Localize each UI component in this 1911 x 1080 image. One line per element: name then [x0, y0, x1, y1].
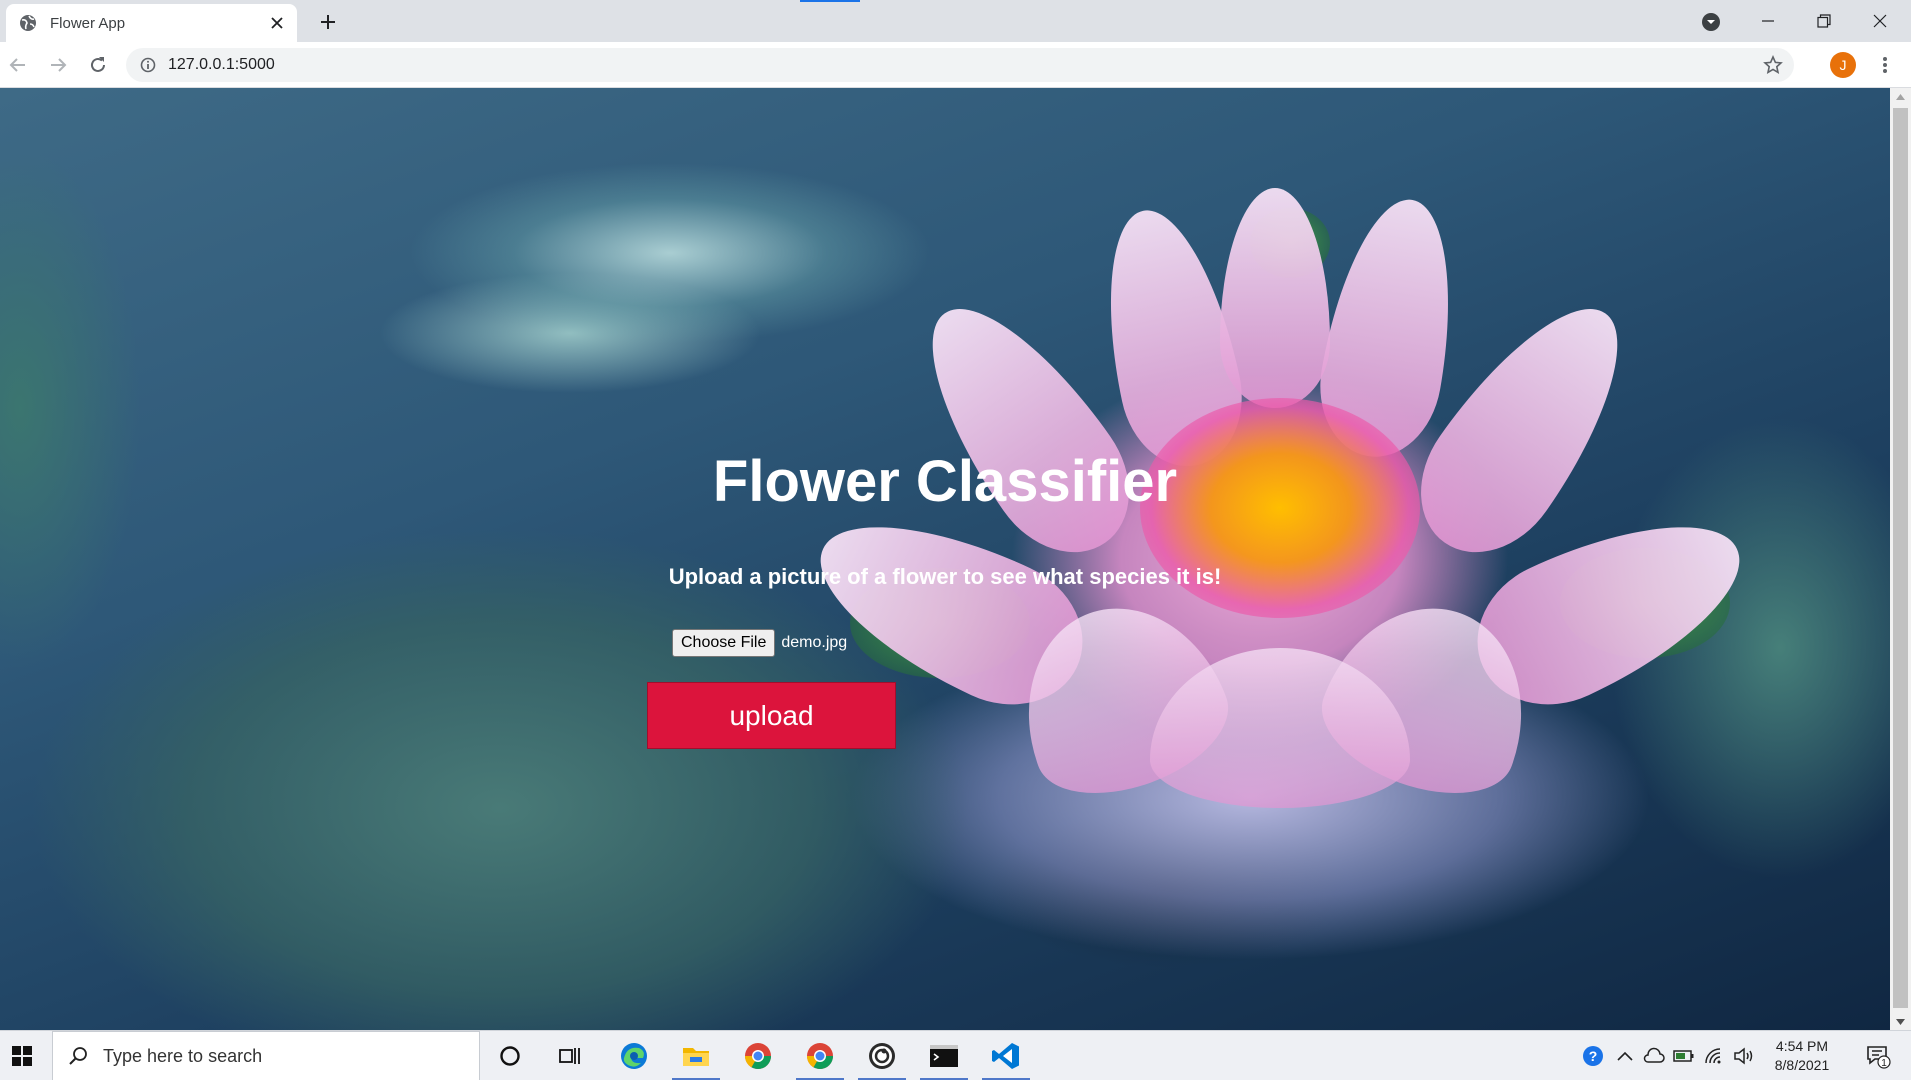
clock-date: 8/8/2021 [1774, 1057, 1830, 1073]
help-icon[interactable]: ? [1578, 1031, 1608, 1080]
globe-icon [18, 13, 38, 33]
minimize-icon[interactable] [1740, 0, 1796, 42]
file-explorer-icon[interactable] [670, 1031, 722, 1080]
close-tab-icon[interactable] [267, 13, 287, 33]
upload-button[interactable]: upload [647, 682, 896, 749]
tab-loading-indicator [800, 0, 860, 2]
restore-icon[interactable] [1796, 0, 1852, 42]
page-title: Flower Classifier [712, 449, 1178, 514]
notification-count: 1 [1881, 1058, 1887, 1069]
taskbar-search-input[interactable]: Type here to search [52, 1031, 480, 1080]
choose-file-button[interactable]: Choose File [672, 629, 776, 657]
vscode-icon[interactable] [980, 1031, 1032, 1080]
taskbar: Type here to search ? 4:54 PM 8/8/2021 1 [0, 1030, 1911, 1080]
notification-center-icon[interactable]: 1 [1858, 1031, 1898, 1080]
address-bar[interactable]: 127.0.0.1:5000 [126, 48, 1794, 82]
url-text[interactable]: 127.0.0.1:5000 [168, 56, 275, 74]
tab-title: Flower App [50, 14, 126, 32]
terminal-icon[interactable] [918, 1031, 970, 1080]
browser-toolbar: 127.0.0.1:5000 J [0, 42, 1911, 88]
reload-icon[interactable] [84, 51, 112, 79]
obs-icon[interactable] [856, 1031, 908, 1080]
search-placeholder: Type here to search [103, 1045, 263, 1066]
tab-search-icon[interactable] [1698, 9, 1724, 35]
chrome-icon[interactable] [732, 1031, 784, 1080]
search-icon [67, 1045, 89, 1067]
back-icon[interactable] [4, 51, 32, 79]
browser-tab[interactable]: Flower App [6, 4, 297, 42]
menu-kebab-icon[interactable] [1872, 52, 1898, 78]
page-content: Flower Classifier Upload a picture of a … [0, 88, 1890, 1030]
close-window-icon[interactable] [1852, 0, 1908, 42]
new-tab-icon[interactable] [314, 8, 342, 36]
page-scrollbar[interactable] [1890, 88, 1911, 1030]
forward-icon[interactable] [44, 51, 72, 79]
profile-avatar[interactable]: J [1830, 52, 1856, 78]
tab-strip: Flower App [0, 0, 1911, 42]
page-subtitle: Upload a picture of a flower to see what… [668, 564, 1222, 589]
volume-icon[interactable] [1730, 1031, 1758, 1080]
chrome-icon[interactable] [794, 1031, 846, 1080]
chevron-up-icon[interactable] [1612, 1031, 1638, 1080]
info-icon[interactable] [138, 55, 158, 75]
selected-file-name: demo.jpg [781, 634, 848, 651]
scroll-down-icon[interactable] [1890, 1013, 1911, 1030]
cortana-icon[interactable] [484, 1031, 536, 1080]
system-clock[interactable]: 4:54 PM 8/8/2021 [1762, 1037, 1842, 1075]
clock-time: 4:54 PM [1775, 1038, 1829, 1054]
scrollbar-thumb[interactable] [1893, 108, 1908, 1008]
edge-icon[interactable] [608, 1031, 660, 1080]
cloud-sync-icon[interactable] [1640, 1031, 1668, 1080]
bookmark-star-icon[interactable] [1762, 54, 1784, 76]
file-input[interactable]: Choose File demo.jpg [672, 629, 847, 657]
page-viewport: Flower Classifier Upload a picture of a … [0, 88, 1890, 1030]
svg-text:?: ? [1589, 1048, 1598, 1064]
windows-start-icon[interactable] [0, 1031, 44, 1080]
battery-icon[interactable] [1670, 1031, 1698, 1080]
wifi-icon[interactable] [1700, 1031, 1728, 1080]
task-view-icon[interactable] [544, 1031, 596, 1080]
scroll-up-icon[interactable] [1890, 88, 1911, 105]
